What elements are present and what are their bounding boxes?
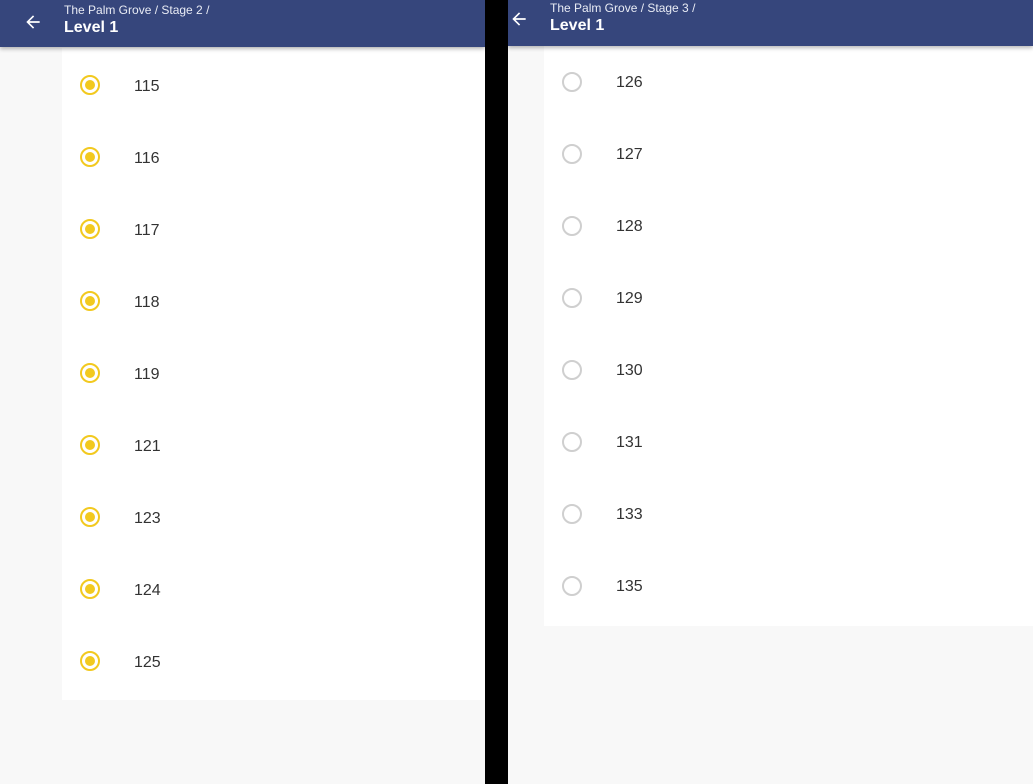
page-title: Level 1	[64, 19, 119, 36]
back-button[interactable]	[19, 8, 47, 36]
list-item-label: 116	[134, 150, 160, 167]
list-item[interactable]: 118	[62, 264, 485, 336]
radio-unchecked-icon[interactable]	[562, 432, 582, 452]
list-item[interactable]: 130	[544, 334, 1033, 406]
list-item[interactable]: 117	[62, 192, 485, 264]
list-item[interactable]: 123	[62, 480, 485, 552]
list-item-label: 124	[134, 582, 161, 599]
page-title: Level 1	[550, 17, 605, 34]
list-item[interactable]: 131	[544, 406, 1033, 478]
radio-checked-icon[interactable]	[80, 651, 100, 671]
list-item[interactable]: 121	[62, 408, 485, 480]
list-item[interactable]: 116	[62, 120, 485, 192]
radio-checked-icon[interactable]	[80, 435, 100, 455]
list-item[interactable]: 126	[544, 46, 1033, 118]
stage-3-screen: The Palm Grove / Stage 3 / Level 1 126 12…	[508, 0, 1033, 784]
radio-checked-icon[interactable]	[80, 75, 100, 95]
list-item-label: 133	[616, 506, 643, 523]
list-item[interactable]: 127	[544, 118, 1033, 190]
radio-unchecked-icon[interactable]	[562, 504, 582, 524]
list-item[interactable]: 125	[62, 624, 485, 696]
radio-unchecked-icon[interactable]	[562, 216, 582, 236]
list-item[interactable]: 135	[544, 550, 1033, 622]
list-item[interactable]: 115	[62, 48, 485, 120]
radio-unchecked-icon[interactable]	[562, 576, 582, 596]
list-item-label: 130	[616, 362, 643, 379]
radio-checked-icon[interactable]	[80, 291, 100, 311]
radio-checked-icon[interactable]	[80, 147, 100, 167]
list-item-label: 118	[134, 294, 160, 311]
list-item-label: 128	[616, 218, 643, 235]
list-item-label: 127	[616, 146, 643, 163]
list-item-label: 123	[134, 510, 161, 527]
item-list: 115 116 117 118 119 121 123 124 125	[62, 48, 485, 700]
radio-unchecked-icon[interactable]	[562, 144, 582, 164]
list-item-label: 131	[616, 434, 643, 451]
list-item[interactable]: 133	[544, 478, 1033, 550]
radio-checked-icon[interactable]	[80, 219, 100, 239]
list-item-label: 117	[134, 222, 160, 239]
list-item[interactable]: 124	[62, 552, 485, 624]
back-button[interactable]	[508, 5, 533, 33]
list-item-label: 115	[134, 78, 160, 95]
app-bar: The Palm Grove / Stage 3 / Level 1	[508, 0, 1033, 46]
radio-unchecked-icon[interactable]	[562, 360, 582, 380]
radio-checked-icon[interactable]	[80, 363, 100, 383]
stage-2-screen: The Palm Grove / Stage 2 / Level 1 115 11…	[0, 0, 485, 784]
list-item[interactable]: 119	[62, 336, 485, 408]
list-item-label: 129	[616, 290, 643, 307]
app-bar: The Palm Grove / Stage 2 / Level 1	[0, 0, 485, 47]
list-item-label: 119	[134, 366, 160, 383]
item-list: 126 127 128 129 130 131 133 135	[544, 46, 1033, 626]
list-item-label: 135	[616, 578, 643, 595]
list-item[interactable]: 128	[544, 190, 1033, 262]
arrow-left-icon	[26, 15, 40, 29]
radio-checked-icon[interactable]	[80, 579, 100, 599]
radio-checked-icon[interactable]	[80, 507, 100, 527]
list-item-label: 125	[134, 654, 161, 671]
list-item-label: 126	[616, 74, 643, 91]
radio-unchecked-icon[interactable]	[562, 288, 582, 308]
breadcrumb: The Palm Grove / Stage 2 /	[64, 3, 210, 17]
list-item[interactable]: 129	[544, 262, 1033, 334]
breadcrumb: The Palm Grove / Stage 3 /	[550, 1, 696, 15]
arrow-left-icon	[512, 12, 526, 26]
radio-unchecked-icon[interactable]	[562, 72, 582, 92]
list-item-label: 121	[134, 438, 161, 455]
